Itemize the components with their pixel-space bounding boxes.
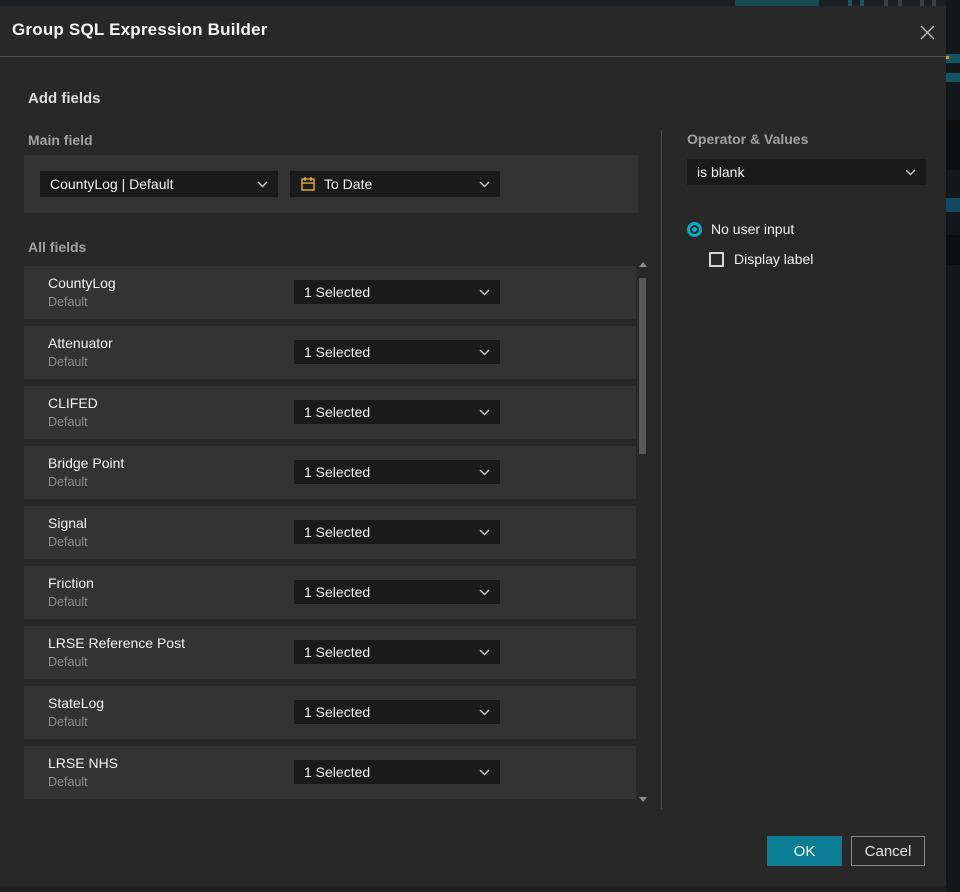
field-subtitle: Default bbox=[48, 295, 88, 309]
field-row: Friction Default 1 Selected bbox=[24, 566, 636, 619]
field-selection-select[interactable]: 1 Selected bbox=[294, 460, 500, 484]
dialog-header: Group SQL Expression Builder bbox=[0, 6, 946, 57]
field-selection-select[interactable]: 1 Selected bbox=[294, 520, 500, 544]
chevron-down-icon bbox=[479, 289, 490, 296]
field-name: Bridge Point bbox=[48, 455, 125, 471]
field-name: Attenuator bbox=[48, 335, 113, 351]
cancel-button[interactable]: Cancel bbox=[851, 836, 925, 866]
field-subtitle: Default bbox=[48, 535, 88, 549]
field-selection-value: 1 Selected bbox=[304, 644, 371, 660]
field-name: LRSE NHS bbox=[48, 755, 119, 771]
field-selection-value: 1 Selected bbox=[304, 284, 371, 300]
add-fields-heading: Add fields bbox=[28, 90, 101, 107]
all-fields-label: All fields bbox=[28, 239, 87, 255]
calendar-icon bbox=[300, 176, 316, 192]
field-subtitle: Default bbox=[48, 595, 88, 609]
scroll-down-icon[interactable] bbox=[639, 797, 647, 802]
field-name: Signal bbox=[48, 515, 87, 531]
no-user-input-radio[interactable]: No user input bbox=[687, 221, 794, 237]
background-fragment bbox=[946, 120, 960, 170]
background-fragment bbox=[946, 235, 960, 265]
chevron-down-icon bbox=[479, 469, 490, 476]
main-field-panel: CountyLog | Default To Date bbox=[24, 155, 638, 213]
chevron-down-icon bbox=[479, 409, 490, 416]
field-name: Friction bbox=[48, 575, 94, 591]
dialog-title: Group SQL Expression Builder bbox=[12, 20, 268, 39]
background-right-strip bbox=[946, 0, 960, 892]
field-row: CLIFED Default 1 Selected bbox=[24, 386, 636, 439]
field-selection-select[interactable]: 1 Selected bbox=[294, 340, 500, 364]
close-icon[interactable] bbox=[914, 19, 940, 45]
all-fields-list: CountyLog Default 1 Selected Attenuator Defa… bbox=[24, 266, 636, 806]
field-selection-value: 1 Selected bbox=[304, 404, 371, 420]
field-row: CountyLog Default 1 Selected bbox=[24, 266, 636, 319]
field-subtitle: Default bbox=[48, 655, 88, 669]
chevron-down-icon bbox=[905, 169, 916, 176]
field-row: Signal Default 1 Selected bbox=[24, 506, 636, 559]
field-row: Attenuator Default 1 Selected bbox=[24, 326, 636, 379]
main-field-select[interactable]: CountyLog | Default bbox=[40, 171, 278, 197]
field-selection-value: 1 Selected bbox=[304, 524, 371, 540]
field-selection-value: 1 Selected bbox=[304, 764, 371, 780]
checkbox-icon[interactable] bbox=[709, 251, 724, 267]
field-row: LRSE NHS Default 1 Selected bbox=[24, 746, 636, 799]
main-field-label: Main field bbox=[28, 132, 93, 148]
field-row: LRSE Reference Post Default 1 Selected bbox=[24, 626, 636, 679]
field-name: CountyLog bbox=[48, 275, 116, 291]
chevron-down-icon bbox=[479, 349, 490, 356]
date-select-value: To Date bbox=[324, 176, 373, 192]
operator-select[interactable]: is blank bbox=[687, 159, 926, 185]
operator-values-heading: Operator & Values bbox=[687, 131, 809, 147]
field-selection-select[interactable]: 1 Selected bbox=[294, 640, 500, 664]
field-row: Bridge Point Default 1 Selected bbox=[24, 446, 636, 499]
field-subtitle: Default bbox=[48, 715, 88, 729]
field-name: CLIFED bbox=[48, 395, 98, 411]
background-fragment bbox=[946, 73, 960, 82]
chevron-down-icon bbox=[257, 181, 268, 188]
panel-divider bbox=[661, 130, 662, 809]
chevron-down-icon bbox=[479, 181, 490, 188]
scroll-up-icon[interactable] bbox=[639, 262, 647, 267]
field-selection-value: 1 Selected bbox=[304, 704, 371, 720]
background-fragment bbox=[946, 56, 949, 59]
field-selection-value: 1 Selected bbox=[304, 584, 371, 600]
field-selection-value: 1 Selected bbox=[304, 344, 371, 360]
ok-button[interactable]: OK bbox=[767, 836, 842, 866]
background-fragment bbox=[946, 198, 960, 212]
no-user-input-label: No user input bbox=[711, 221, 795, 237]
field-subtitle: Default bbox=[48, 415, 88, 429]
chevron-down-icon bbox=[479, 709, 490, 716]
field-subtitle: Default bbox=[48, 355, 88, 369]
display-label-text: Display label bbox=[734, 251, 814, 267]
field-selection-select[interactable]: 1 Selected bbox=[294, 760, 500, 784]
field-subtitle: Default bbox=[48, 775, 88, 789]
field-selection-select[interactable]: 1 Selected bbox=[294, 280, 500, 304]
operator-select-value: is blank bbox=[697, 164, 745, 180]
live-view-label: Live view bbox=[756, 0, 805, 2]
field-selection-select[interactable]: 1 Selected bbox=[294, 700, 500, 724]
chevron-down-icon bbox=[479, 769, 490, 776]
main-field-date-select[interactable]: To Date bbox=[290, 171, 500, 197]
scrollbar-thumb[interactable] bbox=[639, 278, 646, 454]
field-selection-select[interactable]: 1 Selected bbox=[294, 580, 500, 604]
field-name: StateLog bbox=[48, 695, 105, 711]
chevron-down-icon bbox=[479, 649, 490, 656]
field-subtitle: Default bbox=[48, 475, 88, 489]
field-row: StateLog Default 1 Selected bbox=[24, 686, 636, 739]
chevron-down-icon bbox=[479, 529, 490, 536]
field-selection-value: 1 Selected bbox=[304, 464, 371, 480]
radio-icon[interactable] bbox=[687, 221, 702, 237]
main-field-select-value: CountyLog | Default bbox=[50, 176, 174, 192]
group-sql-expression-builder-dialog: Group SQL Expression Builder Add fields … bbox=[0, 6, 946, 886]
display-label-checkbox[interactable]: Display label bbox=[709, 251, 813, 267]
background-bottom-strip bbox=[0, 886, 946, 892]
chevron-down-icon bbox=[479, 589, 490, 596]
field-selection-select[interactable]: 1 Selected bbox=[294, 400, 500, 424]
field-name: LRSE Reference Post bbox=[48, 635, 185, 651]
scrollbar[interactable] bbox=[637, 258, 649, 804]
